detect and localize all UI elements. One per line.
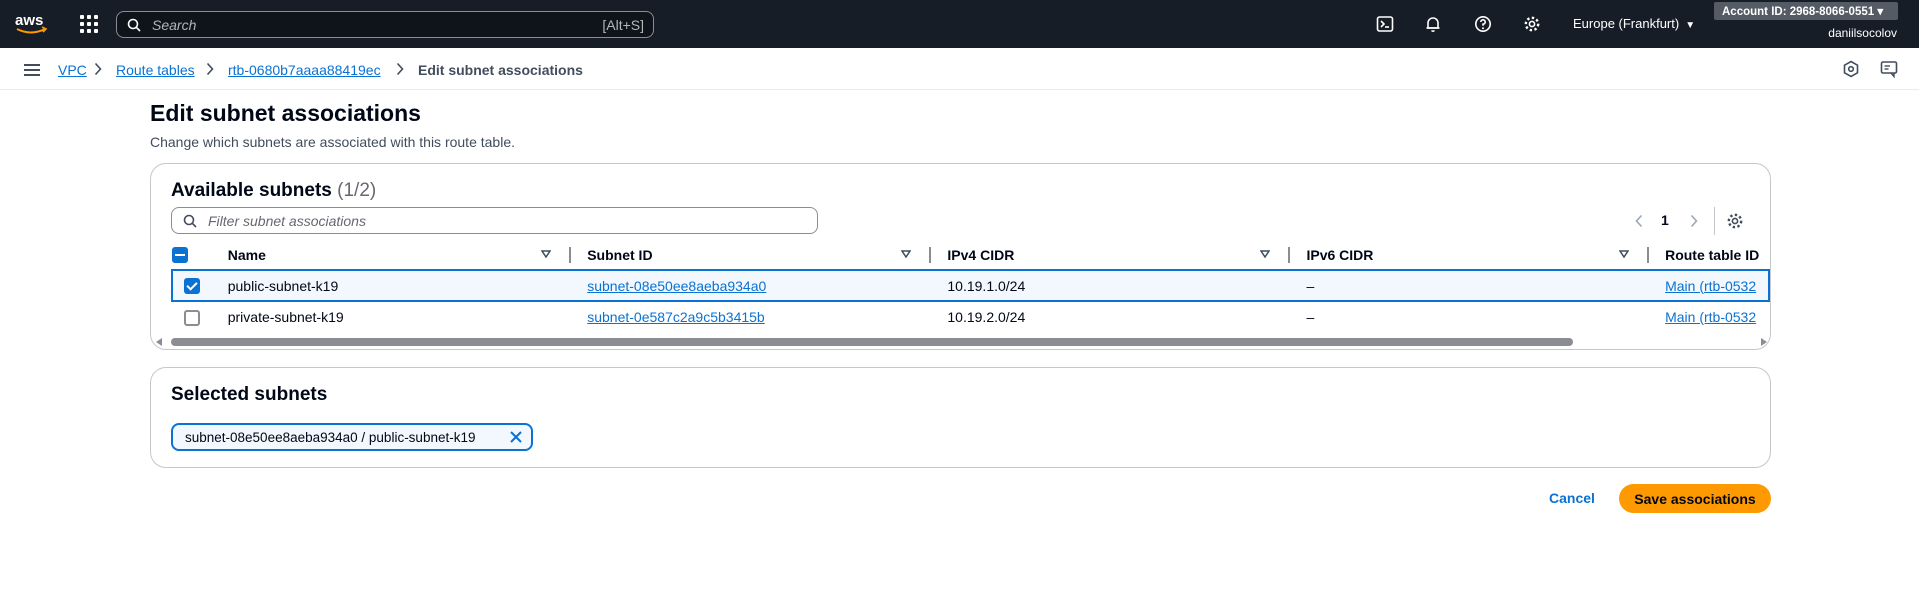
search-icon — [127, 18, 141, 32]
breadcrumb-current: Edit subnet associations — [418, 62, 583, 78]
settings-gear-icon[interactable] — [1523, 15, 1541, 33]
menu-hamburger-icon[interactable] — [24, 64, 40, 76]
chevron-right-icon — [94, 62, 102, 76]
ipv4-cidr-cell: 10.19.1.0/24 — [931, 269, 1291, 302]
notifications-bell-icon[interactable] — [1424, 15, 1442, 33]
column-header-ipv6-cidr[interactable]: IPv6 CIDR — [1290, 240, 1650, 270]
pagination-divider — [1714, 207, 1715, 235]
row-select-cell — [172, 301, 212, 332]
column-label: Route table ID — [1665, 246, 1760, 263]
search-icon — [183, 214, 197, 228]
selected-subnets-title: Selected subnets — [171, 384, 328, 405]
column-label: Name — [227, 246, 266, 263]
chevron-right-icon — [206, 62, 214, 76]
ipv6-cidr-cell: – — [1306, 309, 1315, 325]
chevron-right-icon[interactable] — [1689, 214, 1699, 228]
route-table-cell: Main (rtb-0532 — [1649, 269, 1770, 302]
horizontal-scrollbar[interactable] — [151, 334, 1770, 349]
svg-text:aws: aws — [15, 12, 43, 29]
row-checkbox[interactable] — [183, 309, 200, 326]
user-menu[interactable]: daniilsocolov — [1828, 26, 1897, 40]
scroll-left-arrow-icon[interactable] — [156, 338, 162, 346]
page-description: Change which subnets are associated with… — [150, 134, 515, 150]
cloudshell-icon[interactable] — [1376, 15, 1394, 33]
top-navigation: aws Search [Alt+S] Europe (Frankfurt) ▼ A… — [0, 0, 1919, 48]
region-selector[interactable]: Europe (Frankfurt) ▼ — [1573, 16, 1695, 31]
available-subnets-count: (1/2) — [337, 180, 377, 201]
sort-caret-icon[interactable] — [541, 250, 552, 258]
sort-caret-icon[interactable] — [901, 250, 912, 258]
route-table-cell: Main (rtb-0532 — [1649, 301, 1769, 332]
select-all-cell — [172, 240, 212, 270]
notification-hexagon-icon[interactable] — [1842, 60, 1860, 78]
row-checkbox[interactable] — [184, 278, 201, 295]
services-grid-icon[interactable] — [80, 15, 98, 33]
table-header-row: Name Subnet ID IPv4 CIDR IPv6 CIDR Route… — [172, 240, 1769, 270]
available-subnets-panel: Available subnets (1/2) Filter subnet as… — [150, 163, 1771, 350]
chevron-left-icon[interactable] — [1634, 214, 1644, 228]
ipv6-cidr-cell: – — [1290, 269, 1650, 302]
column-label: Subnet ID — [587, 246, 653, 263]
filter-subnet-input[interactable]: Filter subnet associations — [171, 207, 818, 234]
available-subnets-title: Available subnets (1/2) — [171, 180, 376, 202]
route-table-link[interactable]: Main (rtb-0532 — [1665, 278, 1756, 294]
cancel-button[interactable]: Cancel — [1549, 490, 1595, 506]
table-row[interactable]: public-subnet-k19 subnet-08e50ee8aeba934… — [171, 269, 1770, 302]
subnet-name-cell: public-subnet-k19 — [211, 269, 572, 302]
column-label: IPv4 CIDR — [947, 246, 1015, 263]
column-label: IPv6 CIDR — [1306, 246, 1374, 263]
chevron-right-icon — [396, 62, 404, 76]
info-panel-icon[interactable] — [1880, 60, 1898, 78]
scrollbar-thumb[interactable] — [171, 338, 1573, 346]
row-select-cell — [171, 269, 212, 302]
page-title: Edit subnet associations — [150, 100, 421, 126]
ipv4-cidr-cell: 10.19.2.0/24 — [947, 309, 1026, 325]
column-header-subnet-id[interactable]: Subnet ID — [571, 240, 932, 270]
breadcrumb-route-tables[interactable]: Route tables — [116, 62, 195, 78]
search-bar[interactable]: Search [Alt+S] — [116, 11, 654, 38]
column-header-ipv4-cidr[interactable]: IPv4 CIDR — [931, 240, 1291, 270]
help-icon[interactable] — [1474, 15, 1492, 33]
filter-placeholder: Filter subnet associations — [208, 213, 366, 229]
close-icon[interactable] — [509, 430, 523, 444]
breadcrumb-route-table-id[interactable]: rtb-0680b7aaaa88419ec — [228, 62, 381, 78]
selected-subnet-token: subnet-08e50ee8aeba934a0 / public-subnet… — [171, 423, 533, 451]
column-header-route-table-id[interactable]: Route table ID — [1649, 240, 1769, 270]
subnet-name-cell: private-subnet-k19 — [227, 309, 344, 325]
account-id-badge[interactable]: Account ID: 2968-8066-0551 ▾ — [1714, 2, 1898, 20]
region-label: Europe (Frankfurt) — [1573, 16, 1680, 31]
subnet-id-link[interactable]: subnet-08e50ee8aeba934a0 — [587, 278, 766, 294]
select-all-checkbox[interactable] — [172, 247, 188, 264]
breadcrumb-vpc[interactable]: VPC — [58, 62, 87, 78]
sort-caret-icon[interactable] — [1260, 250, 1271, 258]
available-subnets-heading: Available subnets — [171, 180, 332, 201]
sort-caret-icon[interactable] — [1619, 250, 1630, 258]
aws-logo[interactable]: aws — [14, 10, 50, 38]
search-shortcut: [Alt+S] — [602, 17, 644, 33]
table-row[interactable]: private-subnet-k19 subnet-0e587c2a9c5b34… — [172, 301, 1769, 332]
save-associations-button[interactable]: Save associations — [1619, 484, 1771, 513]
search-placeholder: Search — [152, 17, 197, 33]
scroll-right-arrow-icon[interactable] — [1761, 338, 1767, 346]
selected-subnets-panel: Selected subnets subnet-08e50ee8aeba934a… — [150, 367, 1771, 468]
breadcrumb-bar: VPC Route tables rtb-0680b7aaaa88419ec E… — [0, 48, 1919, 90]
table-preferences-gear-icon[interactable] — [1726, 212, 1744, 230]
subnets-table: Name Subnet ID IPv4 CIDR IPv6 CIDR Route… — [171, 240, 1770, 332]
column-header-name[interactable]: Name — [212, 240, 572, 270]
route-table-link[interactable]: Main (rtb-0532 — [1665, 309, 1756, 325]
token-label: subnet-08e50ee8aeba934a0 / public-subnet… — [185, 430, 476, 445]
caret-down-icon: ▼ — [1685, 20, 1696, 31]
pagination-current-page[interactable]: 1 — [1661, 212, 1669, 228]
subnet-id-cell: subnet-0e587c2a9c5b3415b — [571, 301, 931, 332]
subnet-id-cell: subnet-08e50ee8aeba934a0 — [571, 269, 932, 302]
subnet-id-link[interactable]: subnet-0e587c2a9c5b3415b — [587, 309, 765, 325]
